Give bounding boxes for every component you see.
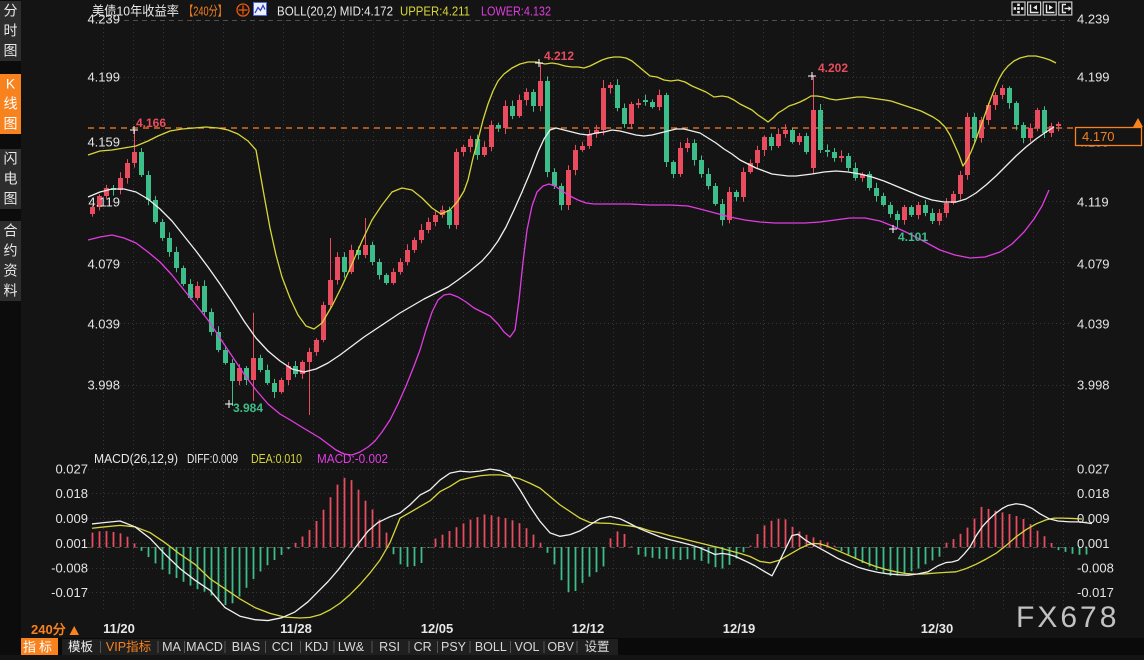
svg-text:3.998: 3.998 — [87, 378, 120, 393]
svg-text:0.009: 0.009 — [55, 511, 88, 526]
svg-text:CR: CR — [414, 640, 432, 654]
svg-text:0.027: 0.027 — [1077, 462, 1110, 477]
svg-text:DIFF:0.009: DIFF:0.009 — [187, 451, 238, 466]
svg-text:4.079: 4.079 — [1077, 257, 1110, 272]
svg-text:【240分】: 【240分】 — [184, 4, 227, 19]
svg-text:4.101: 4.101 — [898, 230, 928, 244]
svg-text:-0.008: -0.008 — [1077, 561, 1114, 576]
svg-text:LOWER:4.132: LOWER:4.132 — [481, 4, 551, 19]
svg-text:MACD(26,12,9): MACD(26,12,9) — [94, 451, 178, 466]
svg-text:OBV: OBV — [547, 640, 574, 654]
svg-text:12/30: 12/30 — [921, 621, 954, 636]
svg-text:CCI: CCI — [272, 640, 294, 654]
svg-text:11/20: 11/20 — [103, 621, 135, 636]
svg-text:VOL: VOL — [514, 640, 539, 654]
svg-text:0.027: 0.027 — [55, 462, 88, 477]
svg-text:MA: MA — [162, 640, 181, 654]
svg-text:0.018: 0.018 — [1077, 486, 1110, 501]
svg-text:4.199: 4.199 — [1077, 70, 1110, 85]
svg-text:MACD: MACD — [186, 640, 223, 654]
svg-text:K: K — [6, 76, 16, 92]
svg-text:0.001: 0.001 — [1077, 536, 1110, 551]
svg-text:UPPER:4.211: UPPER:4.211 — [400, 4, 470, 19]
svg-text:时: 时 — [4, 23, 18, 39]
svg-text:4.212: 4.212 — [544, 49, 574, 63]
svg-text:模板: 模板 — [68, 640, 94, 654]
svg-text:DEA:0.010: DEA:0.010 — [251, 451, 302, 466]
svg-text:FX678: FX678 — [1016, 601, 1119, 634]
svg-text:RSI: RSI — [379, 640, 400, 654]
svg-text:-0.017: -0.017 — [1077, 585, 1114, 600]
svg-text:LW&: LW& — [338, 640, 365, 654]
svg-text:4.039: 4.039 — [1077, 317, 1110, 332]
svg-text:11/28: 11/28 — [280, 621, 312, 636]
svg-text:12/12: 12/12 — [572, 621, 605, 636]
svg-text:BIAS: BIAS — [232, 640, 261, 654]
svg-text:分: 分 — [4, 3, 18, 19]
svg-text:0.009: 0.009 — [1077, 511, 1110, 526]
svg-text:12/19: 12/19 — [723, 621, 756, 636]
svg-text:12/05: 12/05 — [421, 621, 454, 636]
svg-text:0.018: 0.018 — [55, 486, 88, 501]
svg-text:BOLL(20,2) MID:4.172: BOLL(20,2) MID:4.172 — [277, 4, 393, 19]
svg-text:资: 资 — [4, 263, 18, 279]
svg-text:4.170: 4.170 — [1082, 129, 1115, 144]
svg-text:4.202: 4.202 — [818, 61, 848, 75]
svg-text:4.119: 4.119 — [88, 195, 120, 210]
svg-text:4.199: 4.199 — [87, 70, 120, 85]
svg-text:240分: 240分 — [31, 622, 66, 637]
svg-text:合: 合 — [4, 223, 18, 239]
svg-text:设置: 设置 — [584, 639, 609, 654]
svg-text:料: 料 — [4, 283, 18, 299]
svg-text:图: 图 — [4, 116, 18, 132]
svg-text:约: 约 — [4, 243, 18, 259]
svg-text:闪: 闪 — [4, 151, 18, 167]
svg-text:电: 电 — [4, 171, 18, 187]
svg-text:MACD:-0.002: MACD:-0.002 — [317, 451, 388, 466]
svg-text:KDJ: KDJ — [305, 640, 329, 654]
svg-text:图: 图 — [4, 43, 18, 59]
svg-text:-0.017: -0.017 — [51, 585, 88, 600]
svg-text:4.039: 4.039 — [87, 317, 120, 332]
svg-text:3.998: 3.998 — [1077, 378, 1110, 393]
svg-text:美债10年收益率: 美债10年收益率 — [92, 4, 179, 19]
svg-text:4.166: 4.166 — [136, 116, 166, 130]
svg-text:图: 图 — [4, 191, 18, 207]
svg-text:4.159: 4.159 — [87, 135, 120, 150]
svg-text:0.001: 0.001 — [55, 536, 88, 551]
svg-text:PSY: PSY — [441, 640, 467, 654]
svg-text:指标: 指标 — [23, 640, 55, 655]
svg-text:线: 线 — [4, 96, 18, 112]
svg-text:3.984: 3.984 — [233, 401, 263, 415]
svg-text:4.119: 4.119 — [1077, 195, 1109, 210]
svg-text:4.079: 4.079 — [87, 257, 120, 272]
svg-text:VIP指标: VIP指标 — [106, 639, 151, 654]
svg-text:4.239: 4.239 — [1077, 12, 1110, 27]
svg-text:BOLL: BOLL — [475, 640, 507, 654]
svg-text:-0.008: -0.008 — [51, 561, 88, 576]
